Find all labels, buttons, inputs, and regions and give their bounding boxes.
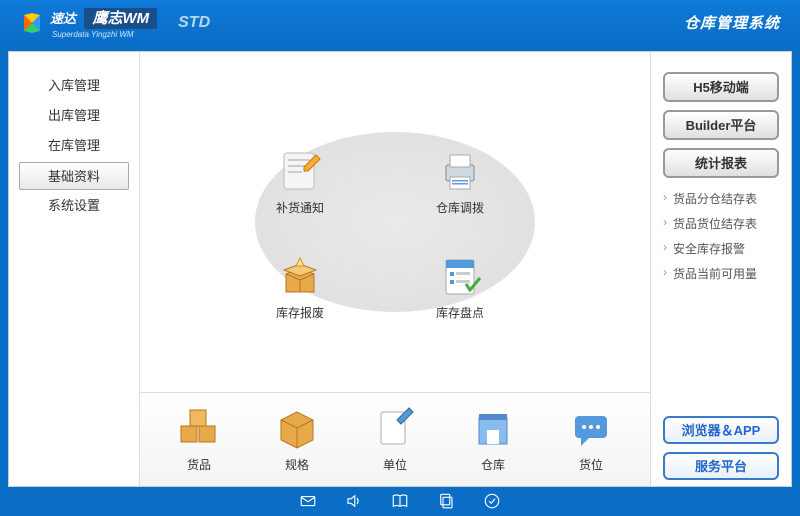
message-icon bbox=[569, 406, 613, 450]
check-circle-icon[interactable] bbox=[483, 492, 501, 510]
sound-icon[interactable] bbox=[345, 492, 363, 510]
link-branch-stock[interactable]: 货品分仓结存表 bbox=[663, 186, 779, 211]
bottom-item-spec[interactable]: 规格 bbox=[262, 406, 332, 473]
note-pencil-icon bbox=[276, 147, 324, 195]
bottom-label: 货品 bbox=[187, 458, 211, 472]
btn-h5[interactable]: H5移动端 bbox=[663, 72, 779, 102]
bottom-label: 货位 bbox=[579, 458, 603, 472]
slogan-text: Superdata Yingzhi WM bbox=[52, 30, 157, 39]
header-bar: 速达 鹰志WM Superdata Yingzhi WM STD 仓库管理系统 bbox=[0, 0, 800, 45]
sidebar-item-instock[interactable]: 在库管理 bbox=[19, 132, 129, 160]
bottom-label: 仓库 bbox=[481, 458, 505, 472]
oval-item-scrap[interactable]: 库存报废 bbox=[260, 252, 340, 321]
system-title: 仓库管理系统 bbox=[684, 12, 780, 33]
sidebar-item-outbound[interactable]: 出库管理 bbox=[19, 102, 129, 130]
right-panel: H5移动端 Builder平台 统计报表 货品分仓结存表 货品货位结存表 安全库… bbox=[651, 52, 791, 486]
logo-icon bbox=[20, 11, 44, 35]
warehouse-icon bbox=[471, 406, 515, 450]
brand-box: 鹰志WM bbox=[84, 8, 157, 29]
oval-item-transfer[interactable]: 仓库调拨 bbox=[420, 147, 500, 216]
link-available[interactable]: 货品当前可用量 bbox=[663, 261, 779, 286]
oval-label: 库存报废 bbox=[276, 306, 324, 320]
clipboard-check-icon bbox=[436, 252, 484, 300]
oval-item-check[interactable]: 库存盘点 bbox=[420, 252, 500, 321]
bottom-item-warehouse[interactable]: 仓库 bbox=[458, 406, 528, 473]
main-panel: 补货通知 仓库调拨 库存报废 库存盘点 货品 规格 bbox=[139, 52, 651, 486]
bottom-item-location[interactable]: 货位 bbox=[556, 406, 626, 473]
paper-pen-icon bbox=[373, 406, 417, 450]
oval-item-replenish[interactable]: 补货通知 bbox=[260, 147, 340, 216]
logo-area: 速达 鹰志WM Superdata Yingzhi WM STD bbox=[20, 7, 210, 39]
btn-service[interactable]: 服务平台 bbox=[663, 452, 779, 480]
bottom-item-goods[interactable]: 货品 bbox=[164, 406, 234, 473]
footer-bar bbox=[0, 487, 800, 515]
boxes-icon bbox=[177, 406, 221, 450]
edition-label: STD bbox=[178, 14, 210, 32]
sidebar-item-settings[interactable]: 系统设置 bbox=[19, 192, 129, 220]
mail-icon[interactable] bbox=[299, 492, 317, 510]
copy-icon[interactable] bbox=[437, 492, 455, 510]
box-icon bbox=[275, 406, 319, 450]
oval-label: 补货通知 bbox=[276, 201, 324, 215]
sidebar-item-inbound[interactable]: 入库管理 bbox=[19, 72, 129, 100]
btn-browser-app[interactable]: 浏览器＆APP bbox=[663, 416, 779, 444]
logo-text: 速达 bbox=[50, 11, 76, 26]
report-links: 货品分仓结存表 货品货位结存表 安全库存报警 货品当前可用量 bbox=[663, 186, 779, 286]
oval-area: 补货通知 仓库调拨 库存报废 库存盘点 bbox=[140, 52, 650, 392]
link-safety-alarm[interactable]: 安全库存报警 bbox=[663, 236, 779, 261]
content-area: 入库管理 出库管理 在库管理 基础资料 系统设置 补货通知 仓库调拨 库存报废 … bbox=[8, 51, 792, 487]
box-open-icon bbox=[276, 252, 324, 300]
sidebar-item-basic[interactable]: 基础资料 bbox=[19, 162, 129, 190]
book-icon[interactable] bbox=[391, 492, 409, 510]
link-location-stock[interactable]: 货品货位结存表 bbox=[663, 211, 779, 236]
btn-builder[interactable]: Builder平台 bbox=[663, 110, 779, 140]
oval-label: 库存盘点 bbox=[436, 306, 484, 320]
bottom-item-unit[interactable]: 单位 bbox=[360, 406, 430, 473]
bottom-label: 规格 bbox=[285, 458, 309, 472]
btn-report[interactable]: 统计报表 bbox=[663, 148, 779, 178]
sidebar: 入库管理 出库管理 在库管理 基础资料 系统设置 bbox=[9, 52, 139, 486]
bottom-toolbar: 货品 规格 单位 仓库 货位 bbox=[140, 392, 650, 486]
printer-icon bbox=[436, 147, 484, 195]
oval-label: 仓库调拨 bbox=[436, 201, 484, 215]
bottom-label: 单位 bbox=[383, 458, 407, 472]
